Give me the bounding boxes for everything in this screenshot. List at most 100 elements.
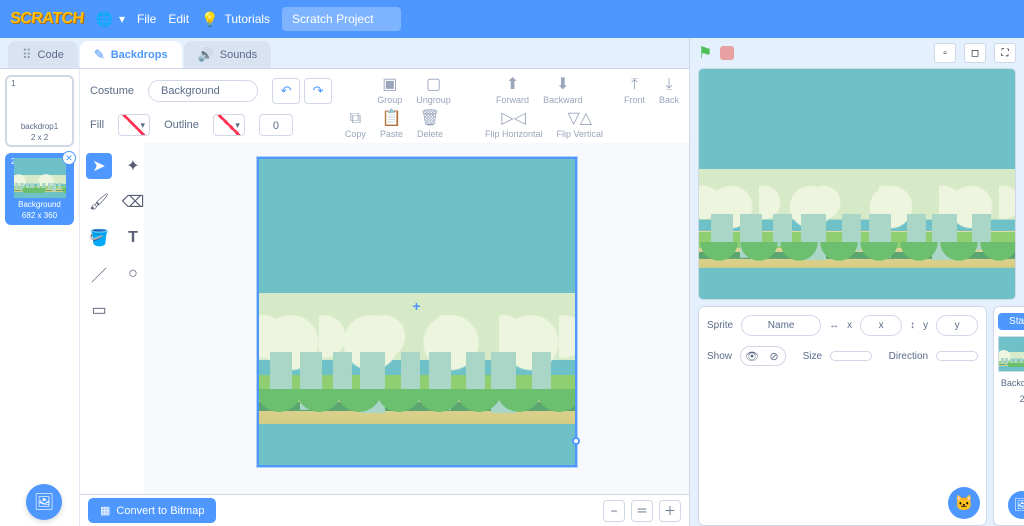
tab-backdrops[interactable]: ✎ Backdrops: [80, 41, 182, 68]
add-sprite-button[interactable]: 🐱: [948, 487, 980, 519]
backdrops-icon: ✎: [94, 47, 105, 63]
right-panel: ⚑ ▫ ◻ ⛶ Sprite Name ↔ x x ↕ y y: [689, 38, 1024, 526]
group-button[interactable]: ▣Group: [377, 77, 402, 105]
sprite-direction-input[interactable]: [936, 351, 978, 361]
tutorials-label: Tutorials: [224, 12, 270, 26]
text-tool[interactable]: T: [120, 225, 146, 251]
globe-icon: [96, 11, 113, 28]
paste-icon: 📋: [381, 111, 401, 127]
circle-tool[interactable]: ○: [120, 261, 146, 287]
scratch-logo: SCRATCH: [9, 10, 84, 28]
backdrop-thumb[interactable]: 1 backdrop1 2 x 2: [5, 75, 74, 147]
sprite-size-input[interactable]: [830, 351, 872, 361]
ungroup-icon: ▢: [426, 77, 441, 93]
line-tool[interactable]: ／: [86, 261, 112, 287]
convert-to-bitmap-button[interactable]: ▦ Convert to Bitmap: [88, 498, 216, 523]
copy-button[interactable]: ⧉Copy: [345, 111, 366, 139]
fill-label: Fill: [90, 119, 104, 131]
flip-vertical-button[interactable]: ▽△Flip Vertical: [557, 111, 604, 139]
language-menu[interactable]: ▾: [96, 11, 125, 28]
paint-toolbox: ➤ ✦ 🖌 ⌫ 🪣 T ／ ○ ▭: [80, 143, 144, 494]
back-icon: ⤓: [665, 77, 672, 93]
delete-backdrop-button[interactable]: ✕: [62, 151, 76, 165]
backdrop-preview: [14, 80, 66, 120]
resize-handle[interactable]: [572, 437, 580, 445]
direction-label: Direction: [889, 351, 928, 362]
sprite-x-input[interactable]: x: [860, 315, 902, 336]
bulb-icon: [201, 11, 218, 28]
xy-icon: ↔: [829, 320, 839, 331]
tab-sounds-label: Sounds: [220, 49, 257, 61]
paint-bottom-bar: ▦ Convert to Bitmap − ＝ ＋: [80, 494, 689, 526]
stage-selector[interactable]: Stage Backdrops 2 🖼: [993, 306, 1024, 526]
back-button[interactable]: ⤓Back: [659, 77, 679, 105]
stage-caption: Backdrops: [1001, 378, 1024, 388]
backdrop-thumb[interactable]: 2 Background 682 x 360 ✕: [5, 153, 74, 225]
select-tool[interactable]: ➤: [86, 153, 112, 179]
tab-backdrops-label: Backdrops: [111, 49, 168, 61]
reshape-tool[interactable]: ✦: [120, 153, 146, 179]
outline-color-picker[interactable]: ▾: [213, 114, 245, 136]
fill-color-picker[interactable]: ▾: [118, 114, 150, 136]
backdrop-preview: [14, 158, 66, 198]
rectangle-tool[interactable]: ▭: [86, 297, 112, 323]
eraser-tool[interactable]: ⌫: [120, 189, 146, 215]
eye-icon: 👁: [741, 347, 763, 365]
redo-button[interactable]: ↷: [304, 78, 332, 104]
paint-canvas[interactable]: +: [144, 143, 689, 494]
forward-button[interactable]: ⬆Forward: [496, 77, 529, 105]
zoom-out-button[interactable]: −: [603, 500, 625, 522]
image-icon: 🖼: [34, 492, 54, 512]
backdrop-dims: 682 x 360: [22, 211, 57, 220]
copy-icon: ⧉: [350, 111, 361, 127]
y-label: y: [923, 320, 928, 331]
front-button[interactable]: ⤒Front: [624, 77, 645, 105]
image-icon: 🖼: [1014, 497, 1024, 513]
flip-horizontal-button[interactable]: ▷◁Flip Horizontal: [485, 111, 543, 139]
sprite-name-input[interactable]: Name: [741, 315, 821, 336]
fullscreen-button[interactable]: ⛶: [994, 43, 1016, 63]
backward-icon: ⬇: [556, 77, 569, 93]
sounds-icon: 🔊: [198, 47, 214, 63]
menu-file[interactable]: File: [137, 12, 156, 26]
stage-preview[interactable]: [698, 68, 1016, 300]
backdrop-name: Background: [18, 200, 61, 209]
project-title-input[interactable]: Scratch Project: [282, 7, 401, 31]
forward-icon: ⬆: [506, 77, 519, 93]
costume-name-input[interactable]: [148, 80, 258, 102]
menu-tutorials[interactable]: Tutorials: [201, 11, 270, 28]
backdrop-dims: 2 x 2: [31, 133, 48, 142]
canvas-selection[interactable]: +: [257, 157, 577, 467]
sprite-info-panel: Sprite Name ↔ x x ↕ y y Show 👁 ⊘ S: [698, 306, 987, 526]
ungroup-button[interactable]: ▢Ungroup: [416, 77, 451, 105]
stage-large-button[interactable]: ◻: [964, 43, 986, 63]
add-stage-backdrop-button[interactable]: 🖼: [1008, 491, 1024, 519]
y-icon: ↕: [910, 320, 915, 331]
stage-thumbnail[interactable]: [998, 336, 1024, 372]
delete-button[interactable]: 🗑Delete: [417, 111, 443, 139]
tab-sounds[interactable]: 🔊 Sounds: [184, 41, 272, 68]
flip-v-icon: ▽△: [567, 111, 592, 127]
paint-topbar: Costume ↶ ↷ ▣Group ▢Ungroup ⬆Forward ⬇Ba…: [80, 69, 689, 143]
size-label: Size: [803, 351, 822, 362]
green-flag-button[interactable]: ⚑: [698, 43, 712, 63]
menu-edit[interactable]: Edit: [168, 12, 189, 26]
stop-button[interactable]: [720, 46, 734, 60]
sprite-y-input[interactable]: y: [936, 315, 978, 336]
fill-tool[interactable]: 🪣: [86, 225, 112, 251]
zoom-in-button[interactable]: ＋: [659, 500, 681, 522]
x-label: x: [847, 320, 852, 331]
brush-tool[interactable]: 🖌: [86, 189, 112, 215]
paste-button[interactable]: 📋Paste: [380, 111, 403, 139]
backward-button[interactable]: ⬇Backward: [543, 77, 583, 105]
sprite-label: Sprite: [707, 320, 733, 331]
code-icon: ⠿: [22, 47, 32, 63]
tab-code[interactable]: ⠿Code: [8, 41, 78, 68]
stage-small-button[interactable]: ▫: [934, 43, 956, 63]
undo-button[interactable]: ↶: [272, 78, 300, 104]
visibility-toggle[interactable]: 👁 ⊘: [740, 346, 786, 366]
zoom-reset-button[interactable]: ＝: [631, 500, 653, 522]
show-label: Show: [707, 351, 732, 362]
add-backdrop-button[interactable]: 🖼: [26, 484, 62, 520]
outline-width-input[interactable]: 0: [259, 114, 293, 136]
